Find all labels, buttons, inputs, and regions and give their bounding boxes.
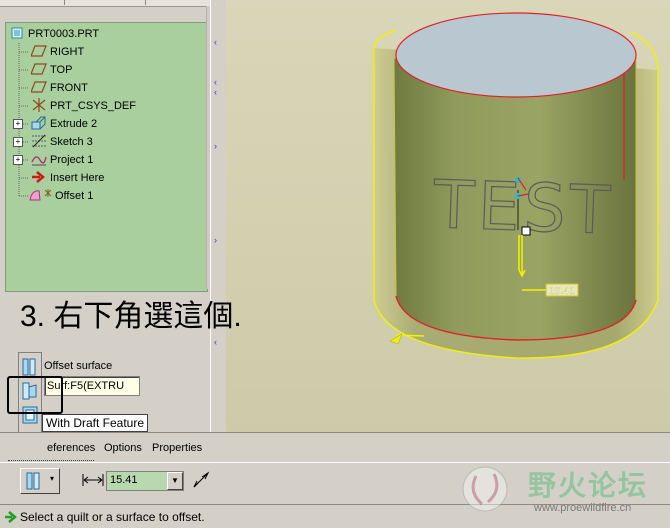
tree-item-label: PRT_CSYS_DEF [50, 100, 136, 112]
expand-toggle[interactable]: + [13, 137, 23, 147]
sketch-icon [32, 134, 46, 148]
offset-surface-heading: Offset surface [44, 360, 113, 372]
cylinder-model[interactable]: TEST 15.41 [226, 0, 670, 432]
flip-direction-icon[interactable] [192, 471, 210, 489]
tab-references[interactable]: eferences [47, 442, 95, 454]
tree-item-label: RIGHT [50, 46, 85, 58]
status-message: Select a quilt or a surface to offset. [20, 510, 205, 524]
collapse-arrow-icon: ‹ [214, 77, 217, 87]
expand-arrow-icon: › [214, 141, 217, 151]
tutorial-annotation: 3. 右下角選這個. [20, 300, 242, 333]
tree-item-label: Sketch 3 [50, 136, 93, 148]
tree-item-top-plane[interactable]: TOP [9, 61, 204, 79]
forum-url: www.proewildfire.cn [534, 502, 632, 514]
datum-plane-icon [31, 45, 47, 57]
tree-item-label: PRT0003.PRT [28, 28, 100, 40]
navigator-sash[interactable]: ‹ ‹ ‹ › › ‹ [210, 0, 227, 432]
distance-icon [82, 474, 104, 486]
engraved-text: TEST [431, 166, 615, 249]
collapse-arrow-icon: ‹ [214, 337, 217, 347]
tree-item-insert-here[interactable]: Insert Here [9, 169, 204, 187]
tree-item-label: TOP [50, 64, 73, 76]
dimension-label[interactable]: 15.41 [549, 287, 575, 297]
standard-offset-icon[interactable] [21, 357, 39, 377]
forum-logo-icon [462, 466, 508, 512]
dropdown-arrow-icon: ▾ [50, 474, 55, 483]
tree-item-sketch[interactable]: + Sketch 3 [9, 133, 204, 151]
offset-type-dropdown[interactable]: ▾ [20, 468, 60, 494]
expand-toggle[interactable]: + [13, 119, 23, 129]
tree-item-label: Extrude 2 [50, 118, 98, 130]
forum-title: 野火论坛 [528, 470, 649, 501]
offset-value-text: 15.41 [110, 474, 138, 486]
tree-header-strip [0, 0, 210, 7]
part-icon [11, 27, 23, 39]
tab-properties[interactable]: Properties [152, 442, 202, 454]
tab-focus-underline [8, 459, 94, 461]
graphics-window[interactable]: TEST 15.41 [226, 0, 670, 432]
tree-item-label: Insert Here [50, 172, 105, 184]
insert-arrow-icon [32, 171, 45, 183]
tree-item-label: Offset 1 [55, 190, 94, 202]
tree-item-right-plane[interactable]: RIGHT [9, 43, 204, 61]
datum-plane-icon [31, 63, 47, 75]
expand-arrow-icon: › [214, 235, 217, 245]
tree-item-label: FRONT [50, 82, 88, 94]
collapse-arrow-icon: ‹ [214, 87, 217, 97]
csys-icon [32, 98, 46, 112]
datum-plane-icon [31, 81, 47, 93]
standard-offset-icon [26, 472, 40, 490]
tab-options[interactable]: Options [104, 442, 142, 454]
tree-item-front-plane[interactable]: FRONT [9, 79, 204, 97]
green-arrow-icon [5, 511, 17, 523]
with-draft-feature-option[interactable]: With Draft Feature [42, 414, 149, 432]
dashboard-tab-bar: eferences Options Properties [0, 432, 670, 463]
forum-watermark: 野火论坛 www.proewildfire.cn [460, 462, 668, 520]
tree-item-project[interactable]: + Project 1 [9, 151, 204, 169]
collapse-arrow-icon: ‹ [214, 37, 217, 47]
tree-item-offset[interactable]: Offset 1 [9, 187, 204, 205]
selection-highlight [7, 376, 63, 414]
tree-item-label: Project 1 [50, 154, 94, 166]
model-tree[interactable]: PRT0003.PRT RIGHT TOP FRONT PRT_CSYS_DEF… [5, 22, 208, 292]
offset-value-input[interactable]: 15.41 ▼ [106, 471, 184, 491]
extrude-icon [31, 116, 46, 130]
tree-item-csys[interactable]: PRT_CSYS_DEF [9, 97, 204, 115]
expand-toggle[interactable]: + [13, 155, 23, 165]
tree-item-part[interactable]: PRT0003.PRT [9, 25, 204, 43]
dropdown-arrow-icon[interactable]: ▼ [167, 472, 183, 490]
project-curve-icon [31, 156, 47, 166]
tree-item-extrude[interactable]: + Extrude 2 [9, 115, 204, 133]
